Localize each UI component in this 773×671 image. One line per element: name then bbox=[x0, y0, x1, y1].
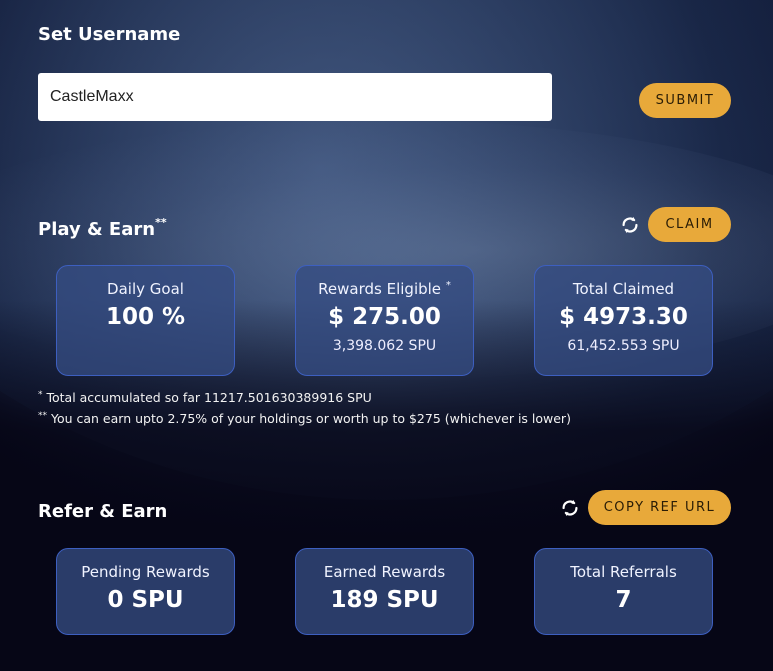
rewards-eligible-label-row: Rewards Eligible * bbox=[296, 280, 473, 298]
pending-rewards-label: Pending Rewards bbox=[81, 563, 210, 581]
daily-goal-label: Daily Goal bbox=[107, 280, 184, 298]
rewards-eligible-card: Rewards Eligible * $ 275.00 3,398.062 SP… bbox=[295, 265, 474, 376]
play-earn-title-text: Play & Earn bbox=[38, 219, 156, 240]
rewards-eligible-label: Rewards Eligible bbox=[318, 280, 442, 298]
pending-rewards-value: 0 SPU bbox=[107, 587, 184, 613]
rewards-eligible-spu: 3,398.062 SPU bbox=[332, 338, 437, 354]
earned-rewards-card: Earned Rewards 189 SPU bbox=[295, 548, 474, 635]
footnote-text: Total accumulated so far 11217.501630389… bbox=[46, 390, 372, 406]
earned-rewards-label: Earned Rewards bbox=[323, 563, 446, 581]
total-referrals-label: Total Referrals bbox=[570, 563, 677, 581]
total-claimed-value: $ 4973.30 bbox=[559, 304, 688, 330]
submit-button[interactable]: SUBMIT bbox=[639, 83, 731, 118]
play-earn-title: Play & Earn** bbox=[38, 216, 167, 240]
play-earn-title-marker: ** bbox=[155, 216, 167, 229]
copy-ref-url-button[interactable]: COPY REF URL bbox=[588, 490, 731, 525]
earned-rewards-value: 189 SPU bbox=[330, 587, 439, 613]
total-referrals-card: Total Referrals 7 bbox=[534, 548, 713, 635]
total-claimed-spu: 61,452.553 SPU bbox=[567, 338, 680, 354]
rewards-eligible-marker: * bbox=[445, 280, 451, 291]
footnotes: * Total accumulated so far 11217.5016303… bbox=[38, 386, 571, 428]
total-claimed-card: Total Claimed $ 4973.30 61,452.553 SPU bbox=[534, 265, 713, 376]
rewards-eligible-value: $ 275.00 bbox=[328, 304, 441, 330]
total-referrals-value: 7 bbox=[615, 587, 632, 613]
refer-earn-title: Refer & Earn bbox=[38, 501, 168, 522]
footnote-marker: * bbox=[38, 390, 43, 400]
daily-goal-card: Daily Goal 100 % bbox=[56, 265, 235, 376]
footnote-text: You can earn upto 2.75% of your holdings… bbox=[50, 411, 571, 427]
footnote-marker: ** bbox=[38, 411, 47, 422]
pending-rewards-card: Pending Rewards 0 SPU bbox=[56, 548, 235, 635]
daily-goal-value: 100 % bbox=[105, 304, 186, 330]
footnote-earn-limit: ** You can earn upto 2.75% of your holdi… bbox=[38, 407, 571, 428]
username-input[interactable] bbox=[38, 73, 552, 121]
footnote-accumulated: * Total accumulated so far 11217.5016303… bbox=[38, 386, 571, 407]
total-claimed-label: Total Claimed bbox=[572, 280, 675, 298]
refresh-icon[interactable] bbox=[559, 497, 581, 519]
claim-button[interactable]: CLAIM bbox=[648, 207, 731, 242]
refresh-icon[interactable] bbox=[619, 214, 641, 236]
set-username-title: Set Username bbox=[38, 24, 181, 45]
